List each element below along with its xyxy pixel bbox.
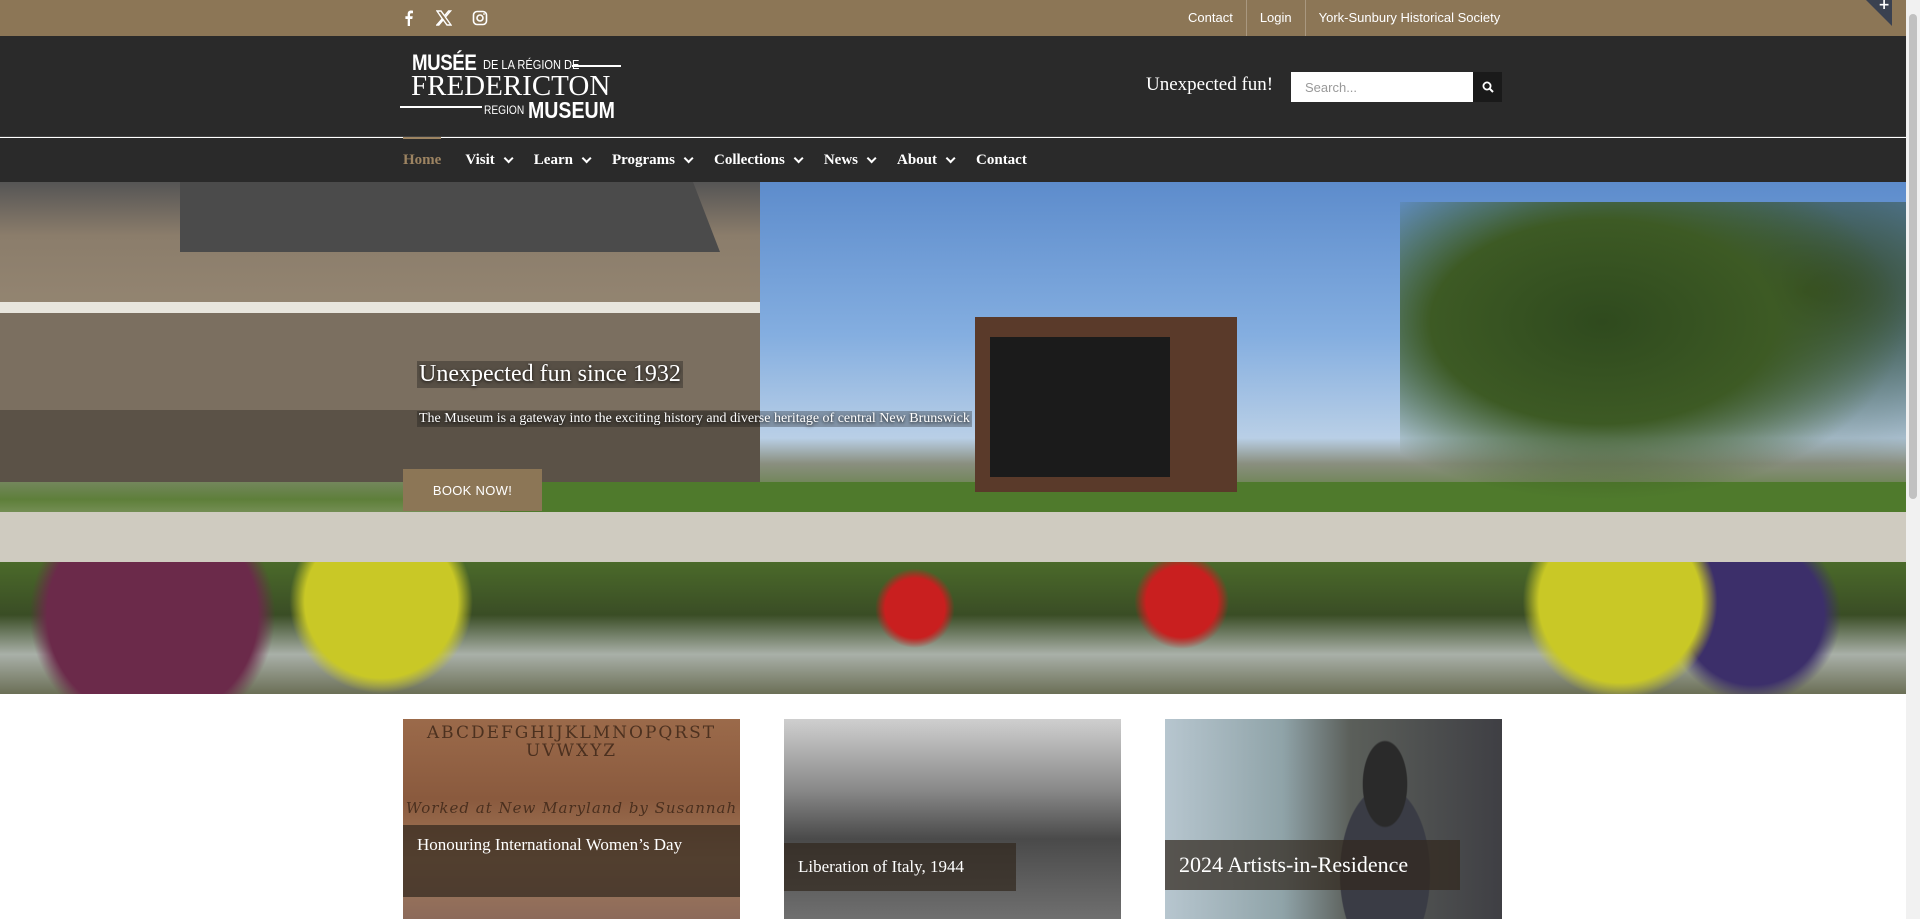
nav-label: Home: [403, 151, 442, 168]
card-caption[interactable]: Liberation of Italy, 1944: [784, 843, 1016, 891]
hero-title: Unexpected fun since 1932: [417, 361, 683, 388]
nav-item-programs[interactable]: Programs: [611, 138, 694, 182]
site-header: MUSÉE DE LA RÉGION DE FREDERICTON REGION…: [0, 36, 1906, 137]
chevron-down-icon: [503, 152, 514, 163]
hero-banner: [0, 182, 1906, 694]
x-twitter-icon[interactable]: [436, 10, 452, 26]
feature-card-liberation-italy[interactable]: Liberation of Italy, 1944: [784, 719, 1121, 919]
hero-stage-interior: [990, 337, 1170, 477]
utility-links: Contact Login York-Sunbury Historical So…: [1175, 0, 1513, 36]
feature-card-womens-day[interactable]: ABCDEFGHIJKLMNOPQRST UVWXYZ Worked at Ne…: [403, 719, 740, 919]
main-nav: Home Visit Learn Programs Collections Ne…: [0, 137, 1906, 182]
logo-rule: [400, 106, 482, 108]
hero-flowers: [0, 562, 1906, 694]
top-bar: Contact Login York-Sunbury Historical So…: [0, 0, 1906, 36]
nav-item-about[interactable]: About: [897, 138, 956, 182]
nav-label: Learn: [533, 151, 573, 168]
sampler-text: ABCDEFGHIJKLMNOPQRST: [426, 723, 717, 743]
chevron-down-icon: [581, 152, 592, 163]
search-button[interactable]: [1473, 72, 1502, 102]
nav-label: Contact: [976, 151, 1027, 168]
search-input[interactable]: [1291, 72, 1473, 102]
nav-item-home[interactable]: Home: [403, 137, 442, 182]
search-icon: [1482, 81, 1494, 93]
nav-item-contact[interactable]: Contact: [976, 138, 1027, 182]
sampler-text: Worked at New Maryland by Susannah: [405, 799, 738, 817]
nav-item-collections[interactable]: Collections: [714, 138, 804, 182]
card-caption[interactable]: Honouring International Women’s Day: [403, 825, 740, 897]
nav-item-learn[interactable]: Learn: [533, 138, 592, 182]
plus-icon[interactable]: +: [1878, 0, 1890, 13]
nav-item-visit[interactable]: Visit: [465, 138, 514, 182]
feature-card-artists-residence[interactable]: 2024 Artists-in-Residence: [1165, 719, 1502, 919]
instagram-icon[interactable]: [472, 10, 488, 26]
logo-region: REGION: [484, 103, 525, 117]
site-logo[interactable]: MUSÉE DE LA RÉGION DE FREDERICTON REGION…: [400, 50, 625, 126]
scrollbar-thumb[interactable]: [1909, 14, 1917, 499]
chevron-down-icon: [683, 152, 694, 163]
nav-label: Visit: [465, 151, 495, 168]
book-now-button[interactable]: BOOK NOW!: [403, 469, 542, 511]
chevron-down-icon: [793, 152, 804, 163]
nav-label: Programs: [611, 151, 675, 168]
login-link[interactable]: Login: [1247, 0, 1306, 36]
artist-figure: [1315, 739, 1455, 919]
hero-trees: [1400, 202, 1906, 502]
nav-label: About: [897, 151, 938, 168]
chevron-down-icon: [866, 152, 877, 163]
sampler-text: UVWXYZ: [525, 741, 618, 761]
contact-link[interactable]: Contact: [1175, 0, 1247, 36]
hero-porch: [0, 302, 760, 482]
card-caption[interactable]: 2024 Artists-in-Residence: [1165, 840, 1460, 890]
facebook-icon[interactable]: [400, 10, 416, 26]
hero-roof: [180, 182, 720, 252]
nav-item-news[interactable]: News: [823, 138, 877, 182]
nav-label: Collections: [714, 151, 785, 168]
social-links: [400, 0, 488, 36]
page-scrollbar[interactable]: [1906, 0, 1920, 919]
york-sunbury-link[interactable]: York-Sunbury Historical Society: [1306, 0, 1514, 36]
logo-museum: MUSEUM: [528, 97, 615, 123]
nav-label: News: [823, 151, 858, 168]
logo-rule: [572, 65, 621, 67]
chevron-down-icon: [945, 152, 956, 163]
hero-subtitle: The Museum is a gateway into the excitin…: [417, 411, 972, 427]
header-tagline: Unexpected fun!: [1146, 74, 1274, 95]
